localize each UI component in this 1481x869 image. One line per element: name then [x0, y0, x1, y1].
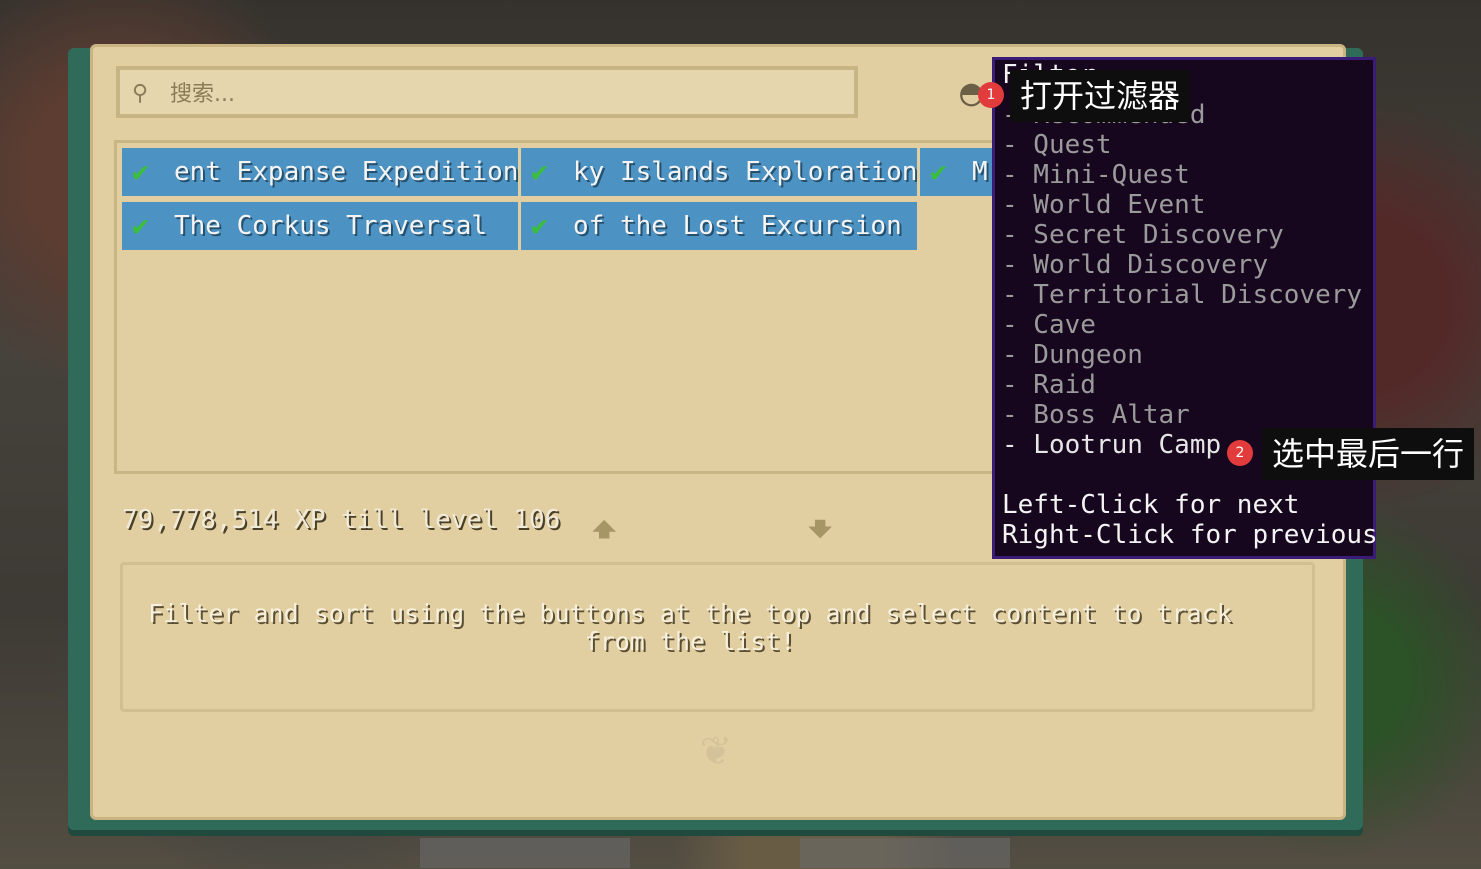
- annotation-select-last-row: 选中最后一行: [1262, 428, 1475, 480]
- filter-option[interactable]: - Boss Altar: [1002, 400, 1190, 430]
- check-icon: ✔: [531, 209, 548, 242]
- content-item-label: The Corkus Traversal: [174, 211, 488, 241]
- annotation-open-filter: 打开过滤器: [1010, 70, 1191, 122]
- check-icon: ✔: [531, 155, 548, 188]
- magnifier-icon: ⚲: [132, 81, 149, 106]
- search-bar[interactable]: ⚲: [116, 66, 858, 118]
- content-item[interactable]: ✔ ent Expanse Expedition: [122, 148, 518, 196]
- check-icon: ✔: [930, 155, 947, 188]
- filter-hint-left-click: Left-Click for next: [1002, 490, 1300, 520]
- content-item-label: M: [972, 157, 988, 187]
- filter-option[interactable]: - Cave: [1002, 310, 1096, 340]
- hotbar-slot: [420, 838, 630, 868]
- content-item[interactable]: ✔ of the Lost Excursion: [521, 202, 917, 250]
- filter-option[interactable]: - Dungeon: [1002, 340, 1143, 370]
- filter-option[interactable]: - Territorial Discovery: [1002, 280, 1362, 310]
- filter-hint-right-click: Right-Click for previous: [1002, 520, 1378, 550]
- hotbar-slot: [800, 838, 1010, 868]
- content-item-label: ent Expanse Expedition: [174, 157, 518, 187]
- content-item-label: of the Lost Excursion: [573, 211, 902, 241]
- content-item[interactable]: ✔ ky Islands Exploration: [521, 148, 917, 196]
- filter-option[interactable]: - Secret Discovery: [1002, 220, 1284, 250]
- check-icon: ✔: [132, 209, 149, 242]
- annotation-badge-1: 1: [978, 82, 1004, 108]
- filter-option[interactable]: - World Event: [1002, 190, 1206, 220]
- hint-text: Filter and sort using the buttons at the…: [148, 599, 1232, 656]
- filter-option[interactable]: - World Discovery: [1002, 250, 1268, 280]
- filter-option[interactable]: - Mini-Quest: [1002, 160, 1190, 190]
- search-input[interactable]: [168, 76, 832, 112]
- xp-progress-text: 79,778,514 XP till level 106: [122, 505, 561, 535]
- content-item[interactable]: ✔ M: [920, 148, 1000, 196]
- annotation-badge-2: 2: [1227, 440, 1253, 466]
- content-item-label: ky Islands Exploration: [573, 157, 917, 187]
- decorative-ornament-icon: ❦: [700, 720, 730, 776]
- filter-option[interactable]: - Raid: [1002, 370, 1096, 400]
- filter-option-selected[interactable]: - Lootrun Camp: [1002, 430, 1221, 460]
- filter-option[interactable]: - Quest: [1002, 130, 1112, 160]
- check-icon: ✔: [132, 155, 149, 188]
- content-item[interactable]: ✔ The Corkus Traversal: [122, 202, 518, 250]
